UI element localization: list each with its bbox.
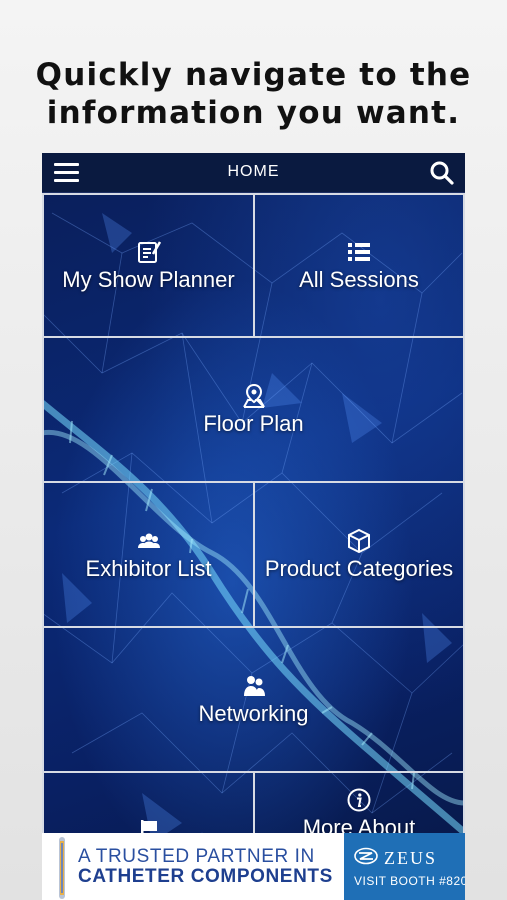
tile-label: Floor Plan — [203, 410, 304, 436]
nav-title: HOME — [227, 163, 280, 180]
home-menu-grid: My Show Planner All Sessions Floor Plan — [42, 193, 465, 900]
ad-brand-panel: ZEUS VISIT BOOTH #820 — [344, 833, 465, 900]
tile-product-categories[interactable]: Product Categories — [253, 481, 465, 628]
catheter-image-icon — [59, 837, 65, 899]
info-icon — [347, 788, 371, 812]
tile-floor-plan[interactable]: Floor Plan — [42, 336, 465, 483]
tile-label: All Sessions — [299, 266, 419, 292]
ad-brand-name: ZEUS — [384, 848, 437, 868]
ad-tagline-line2: CATHETER COMPONENTS — [78, 866, 333, 887]
people-group-icon — [137, 533, 160, 548]
ad-tagline-line1: A TRUSTED PARTNER IN — [78, 846, 315, 867]
box-icon — [348, 528, 370, 553]
promo-headline-line2: information you want. — [46, 95, 461, 131]
ad-booth-text: VISIT BOOTH #820 — [354, 874, 465, 888]
planner-checklist-icon — [137, 240, 161, 263]
tile-label: Product Categories — [264, 555, 454, 581]
zeus-logo-icon — [354, 847, 378, 865]
top-navbar: HOME — [42, 153, 465, 193]
tile-label: Exhibitor List — [85, 555, 212, 581]
sponsor-banner-ad[interactable]: A TRUSTED PARTNER IN CATHETER COMPONENTS… — [42, 833, 465, 900]
app-screen: HOME My Show Planner All Sessions Floor … — [42, 153, 465, 900]
promo-headline: Quickly navigate to the information you … — [0, 56, 507, 132]
list-icon — [348, 242, 370, 261]
promo-headline-line1: Quickly navigate to the — [35, 57, 472, 93]
tile-label: Networking — [198, 700, 309, 726]
two-people-icon — [243, 675, 265, 696]
tile-my-show-planner[interactable]: My Show Planner — [42, 193, 255, 338]
tile-networking[interactable]: Networking — [42, 626, 465, 773]
tile-label: My Show Planner — [62, 266, 235, 292]
tile-exhibitor-list[interactable]: Exhibitor List — [42, 481, 255, 628]
tile-all-sessions[interactable]: All Sessions — [253, 193, 465, 338]
search-icon[interactable] — [429, 160, 455, 186]
map-pin-icon — [242, 383, 265, 408]
